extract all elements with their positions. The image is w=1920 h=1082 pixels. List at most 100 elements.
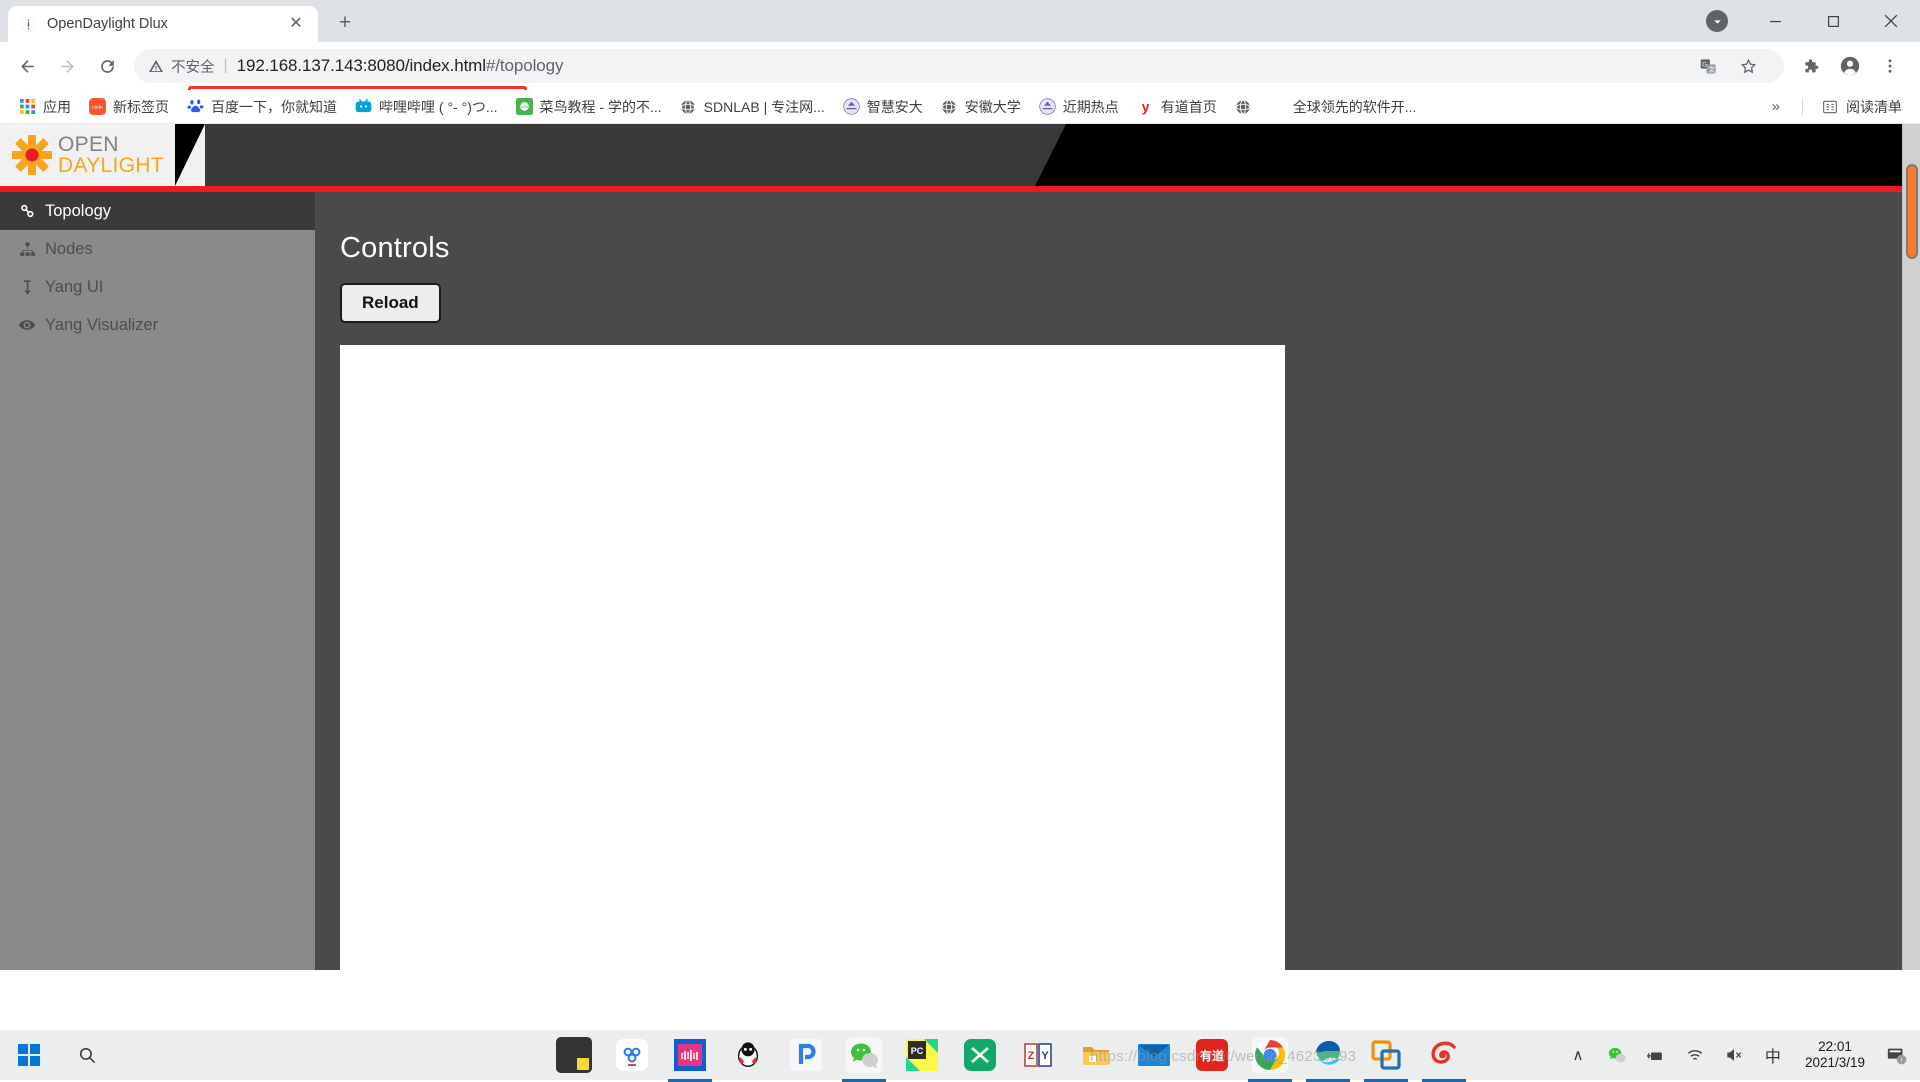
divider bbox=[1802, 97, 1803, 116]
svg-text:</>: </> bbox=[520, 105, 527, 111]
globe-icon bbox=[1235, 98, 1252, 115]
volume-muted-icon[interactable] bbox=[1721, 1042, 1747, 1068]
bookmark-global-software[interactable]: 全球领先的软件开... bbox=[1226, 93, 1426, 121]
wechat-icon[interactable] bbox=[842, 1037, 886, 1082]
odl-dlux-app: OPEN DAYLIGHT Topology Nodes Yang UI Yan… bbox=[0, 124, 1920, 970]
download-icon[interactable] bbox=[1706, 10, 1728, 32]
close-button[interactable] bbox=[1862, 0, 1920, 42]
baidu-icon bbox=[187, 98, 204, 115]
typora-icon[interactable] bbox=[1422, 1037, 1466, 1082]
bookmarks-overflow-area: » 阅读清单 bbox=[1760, 93, 1910, 121]
odl-logo[interactable]: OPEN DAYLIGHT bbox=[0, 124, 205, 186]
security-label: 不安全 bbox=[171, 59, 215, 76]
bookmark-sdnlab[interactable]: SDNLAB | 专注网... bbox=[671, 93, 834, 121]
reading-list-icon bbox=[1821, 98, 1838, 115]
youdao-icon[interactable]: 有道 bbox=[1194, 1037, 1230, 1073]
bookmark-label: 哔哩哔哩 ( °- °)つ... bbox=[379, 98, 498, 115]
bookmark-star-icon[interactable] bbox=[1730, 48, 1766, 84]
wechat-tray-icon[interactable] bbox=[1604, 1042, 1630, 1068]
qq-icon[interactable] bbox=[730, 1037, 766, 1073]
odl-logo-line2: DAYLIGHT bbox=[58, 154, 164, 177]
translate-icon[interactable]: G文 bbox=[1690, 48, 1726, 84]
svg-text:!: ! bbox=[1901, 1057, 1903, 1064]
sidebar-item-yang-ui[interactable]: Yang UI bbox=[0, 268, 315, 306]
sidebar-item-nodes[interactable]: Nodes bbox=[0, 230, 315, 268]
forward-button[interactable] bbox=[48, 47, 86, 85]
chrome-icon[interactable] bbox=[1248, 1037, 1292, 1082]
sidebar-item-topology[interactable]: Topology bbox=[0, 192, 315, 230]
bookmark-runoob[interactable]: </> 菜鸟教程 - 学的不... bbox=[507, 93, 671, 121]
bookmark-baidu[interactable]: 百度一下，你就知道 bbox=[178, 93, 346, 121]
bookmark-anhui-university[interactable]: 安徽大学 bbox=[932, 93, 1030, 121]
bookmark-label: 全球领先的软件开... bbox=[1292, 98, 1417, 115]
taskbar-app-icons: PC ZY 有道 bbox=[556, 1037, 1466, 1082]
sticky-notes-icon[interactable] bbox=[556, 1037, 592, 1073]
page-scrollbar[interactable] bbox=[1902, 124, 1920, 970]
topology-canvas[interactable] bbox=[340, 345, 1285, 970]
bookmark-label: 百度一下，你就知道 bbox=[211, 98, 337, 115]
clock-time: 22:01 bbox=[1818, 1038, 1852, 1054]
bookmark-apps[interactable]: 应用 bbox=[10, 93, 80, 121]
bookmark-csdn-newtab[interactable]: csdn 新标签页 bbox=[80, 93, 178, 121]
tray-overflow-chevron[interactable]: ∧ bbox=[1565, 1042, 1591, 1068]
svg-text:csdn: csdn bbox=[92, 105, 103, 111]
new-tab-button[interactable]: + bbox=[328, 6, 362, 40]
sidebar-item-yang-visualizer[interactable]: Yang Visualizer bbox=[0, 306, 315, 344]
maximize-button[interactable] bbox=[1804, 0, 1862, 42]
notification-icon[interactable]: ! bbox=[1884, 1042, 1910, 1068]
bookmarks-overflow-chevron[interactable]: » bbox=[1760, 94, 1792, 119]
bookmark-zhihui-andah[interactable]: 智慧安大 bbox=[834, 93, 932, 121]
file-explorer-icon[interactable] bbox=[1078, 1037, 1114, 1073]
baidu-netdisk-icon[interactable] bbox=[614, 1037, 650, 1073]
bookmarks-bar: 应用 csdn 新标签页 百度一下，你就知道 哔哩哔哩 ( °- °)つ... … bbox=[0, 90, 1920, 124]
xmind-icon[interactable] bbox=[962, 1037, 998, 1073]
back-button[interactable] bbox=[8, 47, 46, 85]
odl-sidebar: Topology Nodes Yang UI Yang Visualizer bbox=[0, 192, 315, 970]
sidebar-item-label: Yang Visualizer bbox=[45, 315, 159, 334]
extensions-puzzle-icon[interactable] bbox=[1792, 48, 1828, 84]
reload-topology-button[interactable]: Reload bbox=[340, 283, 441, 323]
browser-tab-opendaylight-dlux[interactable]: OpenDaylight Dlux ✕ bbox=[8, 6, 318, 42]
usb-eject-icon[interactable] bbox=[1643, 1042, 1669, 1068]
bookmark-youdao[interactable]: y 有道首页 bbox=[1128, 93, 1226, 121]
web-page-content: OPEN DAYLIGHT Topology Nodes Yang UI Yan… bbox=[0, 124, 1920, 1082]
address-bar[interactable]: 不安全 | 192.168.137.143:8080/index.html#/t… bbox=[134, 49, 1784, 83]
bookmark-label: 应用 bbox=[43, 98, 71, 115]
pycharm-icon[interactable]: PC bbox=[904, 1037, 940, 1073]
profile-avatar-icon[interactable] bbox=[1832, 48, 1868, 84]
reload-button[interactable] bbox=[88, 47, 126, 85]
globe-icon bbox=[680, 98, 697, 115]
bookmark-bilibili[interactable]: 哔哩哔哩 ( °- °)つ... bbox=[346, 93, 507, 121]
edge-icon[interactable] bbox=[1306, 1037, 1350, 1082]
clock-date: 2021/3/19 bbox=[1804, 1055, 1865, 1070]
bilibili-icon bbox=[355, 98, 372, 115]
close-icon[interactable]: ✕ bbox=[286, 14, 306, 34]
odl-logo-text: OPEN DAYLIGHT bbox=[58, 134, 164, 176]
youdao-y-icon: y bbox=[1137, 98, 1154, 115]
ime-indicator[interactable]: 中 bbox=[1760, 1042, 1786, 1068]
search-icon[interactable] bbox=[58, 1030, 116, 1080]
bookmark-label: 近期热点 bbox=[1062, 98, 1119, 115]
svg-text:有道: 有道 bbox=[1200, 1048, 1224, 1063]
yang-ui-icon bbox=[18, 279, 36, 296]
bookmark-label: 智慧安大 bbox=[866, 98, 923, 115]
vmware-icon[interactable] bbox=[1364, 1037, 1408, 1082]
mail-icon[interactable] bbox=[1136, 1037, 1172, 1073]
windows-start-icon[interactable] bbox=[0, 1030, 58, 1080]
scrollbar-thumb[interactable] bbox=[1906, 164, 1918, 259]
clock[interactable]: 22:01 2021/3/19 bbox=[1799, 1039, 1871, 1072]
warning-triangle-icon bbox=[149, 60, 163, 72]
ahu-icon bbox=[1039, 98, 1056, 115]
minimize-button[interactable] bbox=[1746, 0, 1804, 42]
bookmark-recent-hot[interactable]: 近期热点 bbox=[1030, 93, 1128, 121]
wifi-icon[interactable] bbox=[1682, 1042, 1708, 1068]
pycharm-p-icon[interactable] bbox=[788, 1037, 824, 1073]
pink-app-icon[interactable] bbox=[668, 1037, 712, 1082]
reading-list-button[interactable]: 阅读清单 bbox=[1813, 93, 1910, 121]
site-security-warning[interactable]: 不安全 bbox=[148, 56, 215, 77]
odl-main-content: Controls Reload bbox=[315, 192, 1920, 970]
bookmark-label: 菜鸟教程 - 学的不... bbox=[539, 98, 662, 115]
globe-icon bbox=[941, 98, 958, 115]
zhiyun-icon[interactable]: ZY bbox=[1020, 1037, 1056, 1073]
chrome-menu-icon[interactable] bbox=[1872, 48, 1908, 84]
